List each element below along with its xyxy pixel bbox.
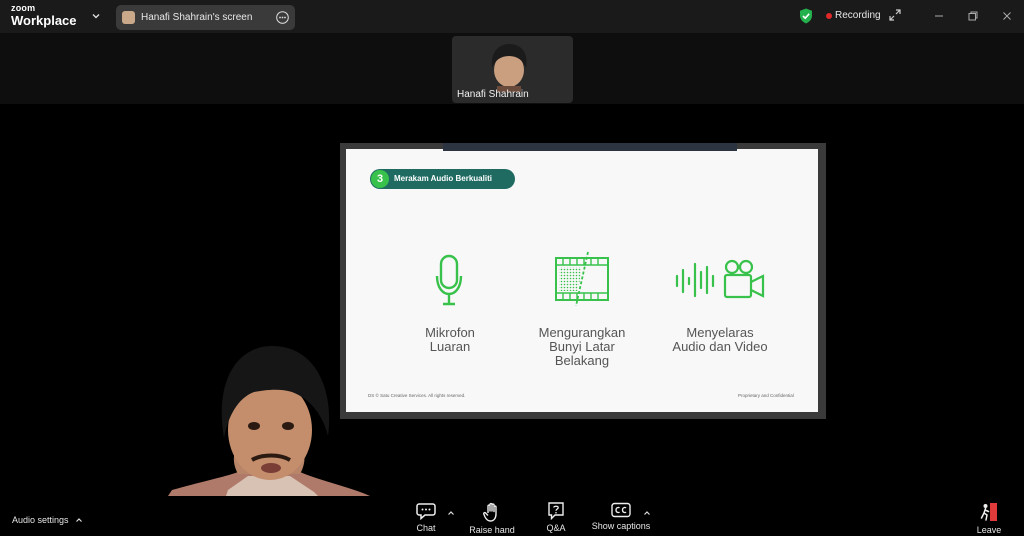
leave-button[interactable]: Leave xyxy=(972,502,1006,535)
chat-label: Chat xyxy=(416,523,436,533)
audio-video-sync-icon xyxy=(675,259,765,299)
leave-label: Leave xyxy=(976,525,1002,535)
feature-microphone: Mikrofon Luaran xyxy=(400,326,500,354)
more-icon[interactable] xyxy=(276,11,289,24)
shield-check-icon[interactable] xyxy=(799,8,813,24)
chevron-up-icon[interactable] xyxy=(447,509,455,517)
recording-label[interactable]: Recording xyxy=(835,10,881,21)
cc-icon xyxy=(611,502,631,518)
chat-icon xyxy=(416,503,436,520)
brand-name: Workplace xyxy=(11,13,77,28)
hand-icon xyxy=(483,502,497,522)
title-bar: zoom Workplace Hanafi Shahrain's screen … xyxy=(0,0,1024,33)
restore-icon[interactable] xyxy=(966,9,980,23)
raise-hand-label: Raise hand xyxy=(469,525,515,535)
chevron-up-icon[interactable] xyxy=(75,516,83,524)
feature-label: Mikrofon xyxy=(425,325,475,340)
participant-name: Hanafi Shahrain xyxy=(457,89,529,100)
qa-label: Q&A xyxy=(546,523,566,533)
feature-label: Bunyi Latar xyxy=(549,339,615,354)
recording-dot xyxy=(826,13,832,19)
avatar xyxy=(122,11,135,24)
share-label: Hanafi Shahrain's screen xyxy=(141,12,253,23)
chevron-down-icon[interactable] xyxy=(90,10,102,22)
slide-footer-left: DS © Satu Creative Services. All rights … xyxy=(368,393,466,398)
participant-strip: Hanafi Shahrain xyxy=(0,33,1024,104)
screen-share-indicator[interactable]: Hanafi Shahrain's screen xyxy=(116,5,295,30)
feature-label: Mengurangkan xyxy=(538,325,626,340)
feature-noise: Mengurangkan Bunyi Latar Belakang xyxy=(522,326,642,368)
film-noise-icon xyxy=(555,251,609,306)
leave-icon xyxy=(980,503,997,521)
close-icon[interactable] xyxy=(1000,9,1014,23)
chat-button[interactable]: Chat xyxy=(408,502,444,533)
slide-top-bar xyxy=(443,143,737,151)
participant-tile[interactable]: Hanafi Shahrain xyxy=(452,36,573,103)
feature-sync: Menyelaras Audio dan Video xyxy=(660,326,780,354)
microphone-icon xyxy=(435,254,463,306)
zoom-logo: zoom Workplace xyxy=(11,3,77,28)
expand-icon[interactable] xyxy=(889,9,901,21)
audio-settings-button[interactable]: Audio settings xyxy=(12,515,69,525)
qa-button[interactable]: Q&A xyxy=(540,502,572,533)
captions-label: Show captions xyxy=(591,521,651,531)
presenter-video xyxy=(168,346,370,496)
feature-label: Audio dan Video xyxy=(672,339,768,354)
minimize-icon[interactable] xyxy=(932,9,946,23)
slide-footer-right: Proprietary and Confidential xyxy=(738,393,794,398)
chevron-up-icon[interactable] xyxy=(643,509,651,517)
feature-label: Belakang xyxy=(554,353,610,368)
feature-label: Luaran xyxy=(429,339,471,354)
brand-top: zoom xyxy=(11,3,36,13)
slide-heading-pill: 3 Merakam Audio Berkualiti xyxy=(370,169,515,189)
feature-label: Menyelaras xyxy=(686,325,754,340)
raise-hand-button[interactable]: Raise hand xyxy=(466,502,518,535)
question-icon xyxy=(548,502,564,520)
participant-video xyxy=(487,42,531,92)
slide-heading: Merakam Audio Berkualiti xyxy=(394,174,492,183)
step-number: 3 xyxy=(371,170,389,188)
